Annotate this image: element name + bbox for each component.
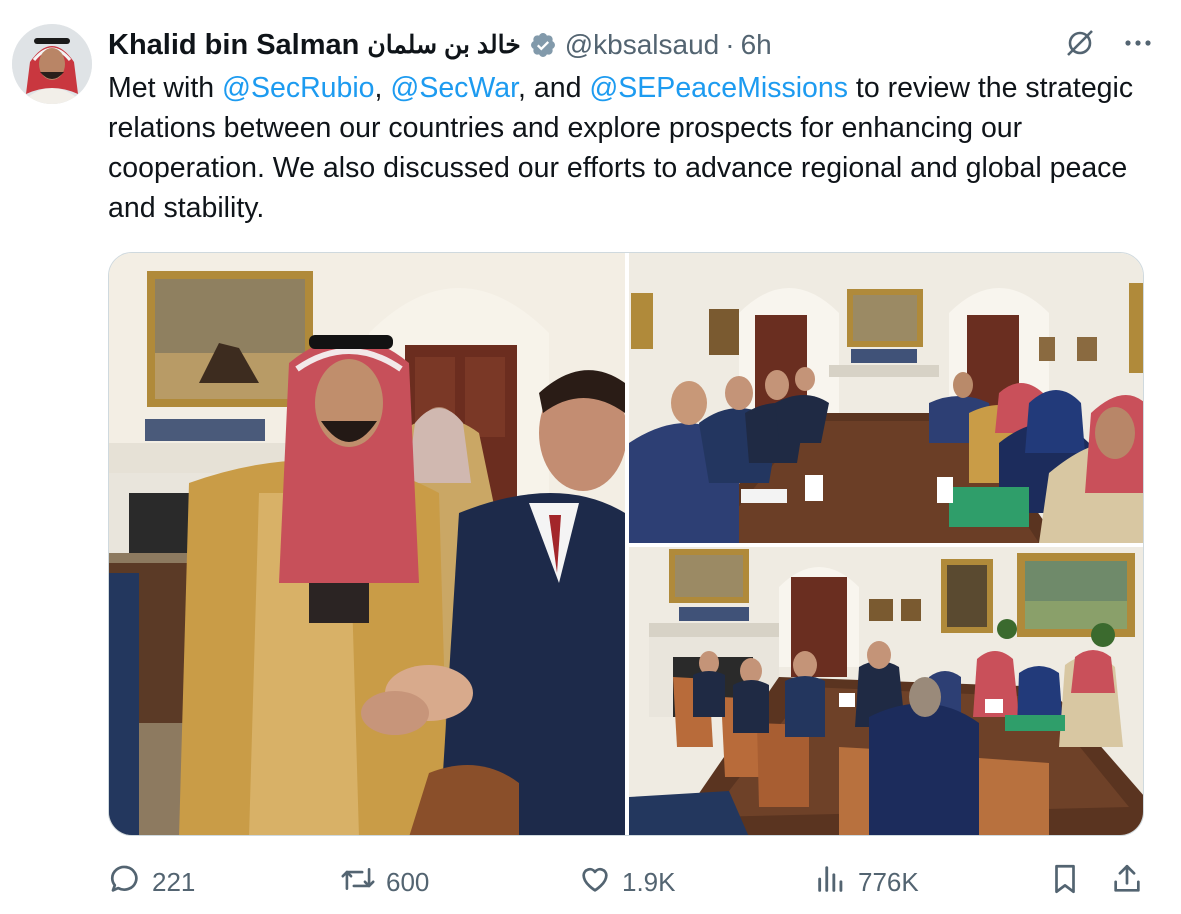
handle[interactable]: @kbsalsaud bbox=[565, 29, 720, 61]
action-bar: 221 600 1.9K 776K bbox=[108, 862, 1144, 902]
photo-meeting-room[interactable] bbox=[629, 547, 1143, 835]
like-count: 1.9K bbox=[622, 866, 676, 897]
separator-dot: · bbox=[725, 29, 735, 60]
mention-link[interactable]: @SEPeaceMissions bbox=[589, 72, 848, 104]
reply-count: 221 bbox=[152, 866, 196, 897]
retweet-button[interactable]: 600 bbox=[340, 862, 429, 903]
mention-link[interactable]: @SecRubio bbox=[222, 72, 375, 104]
timestamp[interactable]: 6h bbox=[741, 29, 772, 61]
tweet-text: Met with @SecRubio, @SecWar, and @SEPeac… bbox=[108, 68, 1138, 228]
display-name[interactable]: Khalid bin Salman bbox=[108, 29, 359, 62]
photo-handshake[interactable] bbox=[109, 253, 625, 835]
tweet-header: Khalid bin Salman خالد بن سلمان @kbsalsa… bbox=[108, 26, 772, 64]
reply-icon bbox=[108, 862, 142, 903]
media-grid bbox=[108, 252, 1144, 836]
share-icon bbox=[1110, 862, 1144, 903]
reply-button[interactable]: 221 bbox=[108, 862, 195, 903]
photo-meeting-table[interactable] bbox=[629, 253, 1143, 543]
avatar[interactable] bbox=[12, 24, 92, 104]
share-button[interactable] bbox=[1110, 862, 1144, 903]
retweet-icon bbox=[340, 862, 376, 903]
mention-link[interactable]: @SecWar bbox=[390, 72, 518, 104]
tweet-top-actions bbox=[1063, 26, 1153, 60]
bookmark-icon bbox=[1048, 862, 1082, 903]
views-button[interactable]: 776K bbox=[814, 862, 919, 903]
view-count: 776K bbox=[858, 866, 919, 897]
bookmark-button[interactable] bbox=[1048, 862, 1082, 903]
more-icon[interactable] bbox=[1123, 28, 1153, 58]
verified-badge-icon[interactable] bbox=[529, 31, 557, 59]
like-icon bbox=[578, 862, 612, 903]
tweet-text-part: , bbox=[374, 72, 391, 104]
display-name-arabic[interactable]: خالد بن سلمان bbox=[367, 30, 520, 60]
grok-icon[interactable] bbox=[1063, 26, 1097, 60]
tweet-text-part: , and bbox=[518, 72, 590, 104]
tweet-text-part: Met with bbox=[108, 72, 223, 104]
views-icon bbox=[814, 862, 848, 903]
like-button[interactable]: 1.9K bbox=[578, 862, 676, 903]
retweet-count: 600 bbox=[386, 866, 430, 897]
